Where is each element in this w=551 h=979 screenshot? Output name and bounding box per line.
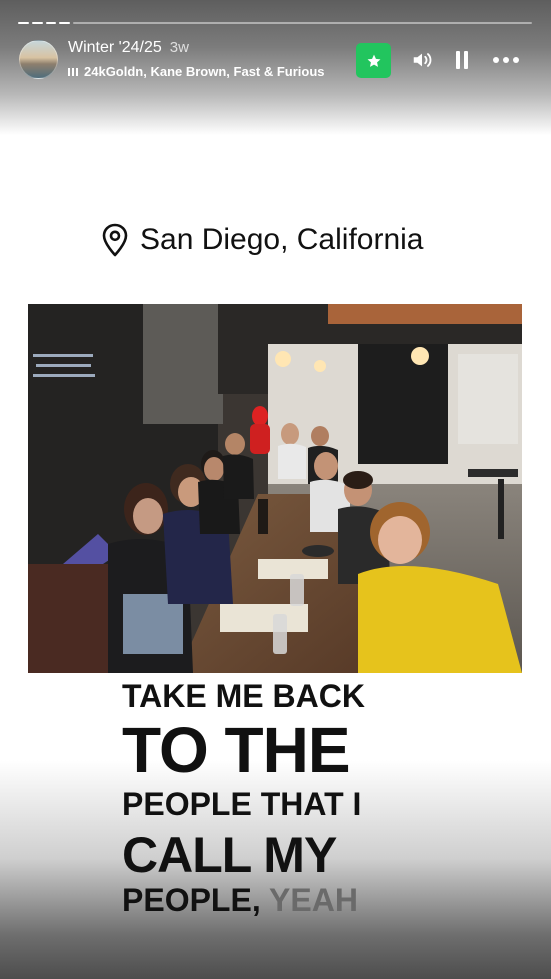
story-progress-bar <box>18 22 532 24</box>
sound-button[interactable] <box>408 46 436 74</box>
location-text: San Diego, California <box>140 223 424 256</box>
story-title[interactable]: Winter '24/25 <box>68 39 162 57</box>
music-text: 24kGoldn, Kane Brown, Fast & Furious <box>84 64 325 79</box>
pause-button[interactable] <box>448 46 476 74</box>
group-photo-illustration <box>28 304 522 673</box>
story-age: 3w <box>169 39 189 56</box>
music-bars-icon <box>68 67 78 76</box>
lyric-line-2: TO THE <box>122 714 351 786</box>
progress-segment <box>18 22 29 24</box>
progress-segment <box>45 22 57 24</box>
map-pin-icon <box>102 223 128 257</box>
lyric-line-5: PEOPLE, YEAH <box>122 884 452 920</box>
location-sticker[interactable]: San Diego, California <box>100 223 424 257</box>
pause-icon <box>456 51 468 69</box>
progress-segment <box>59 22 71 24</box>
close-friends-button[interactable] <box>356 43 391 78</box>
more-options-button[interactable] <box>492 46 520 74</box>
story-header: Winter '24/25 3w <box>68 39 189 57</box>
lyric-line-1: TAKE ME BACK <box>122 678 365 714</box>
lyric-word-current: PEOPLE, <box>122 882 261 918</box>
progress-segment-current <box>73 22 532 24</box>
music-info[interactable]: 24kGoldn, Kane Brown, Fast & Furious <box>68 64 348 79</box>
lyric-line-3: PEOPLE THAT I <box>122 786 362 822</box>
avatar[interactable] <box>19 40 58 79</box>
lyric-word-upcoming: YEAH <box>269 882 358 918</box>
story-photo <box>28 304 522 673</box>
more-icon <box>493 57 519 63</box>
star-icon <box>367 54 380 67</box>
lyrics-sticker: TAKE ME BACK TO THE PEOPLE THAT I CALL M… <box>122 680 452 920</box>
speaker-icon <box>413 53 432 67</box>
lyric-line-4: CALL MY <box>122 827 337 883</box>
progress-segment <box>31 22 43 24</box>
